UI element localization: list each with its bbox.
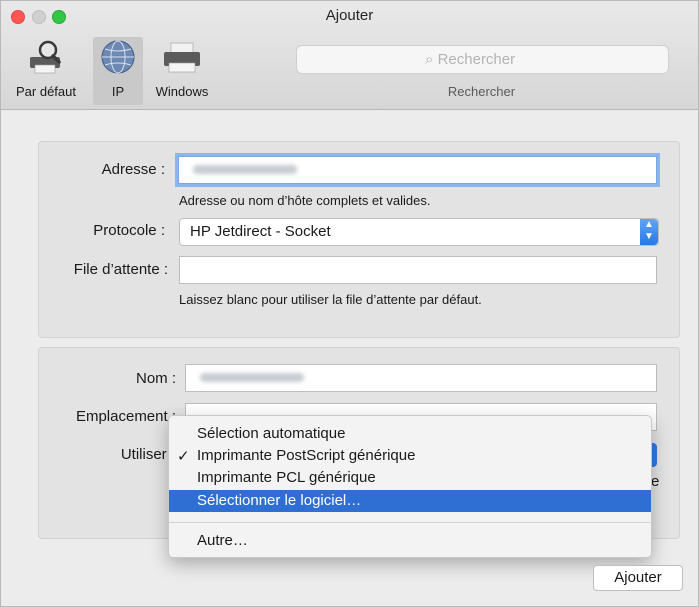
add-printer-window: Ajouter Par défaut IP Windows ⌕ Recherch… bbox=[0, 0, 699, 607]
window-title: Ajouter bbox=[325, 7, 374, 24]
use-select-edge-text: e bbox=[651, 473, 660, 490]
menu-item-pcl[interactable]: Imprimante PCL générique bbox=[169, 467, 651, 489]
address-hint: Adresse ou nom d’hôte complets et valide… bbox=[179, 193, 431, 208]
location-label: Emplacement : bbox=[75, 408, 176, 425]
use-label: Utiliser : bbox=[120, 446, 175, 463]
toolbar-item-ip[interactable]: IP bbox=[93, 37, 143, 105]
checkmark-icon: ✓ bbox=[177, 448, 190, 465]
menu-item-other[interactable]: Autre… bbox=[169, 530, 651, 552]
search-field[interactable]: ⌕ Rechercher bbox=[296, 45, 669, 74]
menu-item-auto[interactable]: Sélection automatique bbox=[169, 423, 651, 445]
toolbar-label-windows: Windows bbox=[155, 84, 209, 99]
search-placeholder: ⌕ Rechercher bbox=[425, 51, 516, 68]
chevron-up-down-icon: ▲ ▼ bbox=[640, 219, 658, 245]
title-bar: Ajouter Par défaut IP Windows ⌕ Recherch… bbox=[1, 1, 698, 110]
toolbar-item-windows[interactable]: Windows bbox=[149, 37, 215, 105]
address-value-redacted bbox=[193, 165, 297, 174]
toolbar-label-default: Par défaut bbox=[16, 84, 76, 99]
menu-separator bbox=[169, 522, 651, 523]
queue-label: File d’attente : bbox=[73, 261, 168, 278]
protocol-label: Protocole : bbox=[93, 222, 165, 239]
default-printer-magnifier-icon bbox=[30, 40, 61, 74]
toolbar-label-ip: IP bbox=[111, 84, 125, 99]
menu-item-select-software[interactable]: Sélectionner le logiciel… bbox=[169, 490, 651, 512]
search-icon: ⌕ bbox=[425, 51, 434, 68]
address-field[interactable] bbox=[178, 156, 657, 184]
driver-popup-menu: Sélection automatique ✓ Imprimante PostS… bbox=[168, 415, 652, 558]
protocol-value: HP Jetdirect - Socket bbox=[190, 223, 331, 240]
address-label: Adresse : bbox=[101, 161, 165, 178]
add-button[interactable]: Ajouter bbox=[593, 565, 683, 591]
menu-item-postscript[interactable]: ✓ Imprimante PostScript générique bbox=[169, 445, 651, 467]
toolbar-item-default[interactable]: Par défaut bbox=[3, 37, 89, 105]
protocol-select[interactable]: HP Jetdirect - Socket ▲ ▼ bbox=[179, 218, 659, 246]
windows-printer-icon bbox=[164, 42, 200, 73]
queue-field[interactable] bbox=[179, 256, 657, 284]
search-label: Rechercher bbox=[447, 84, 516, 99]
name-value-redacted bbox=[200, 373, 304, 382]
name-label: Nom : bbox=[135, 370, 176, 387]
queue-hint: Laissez blanc pour utiliser la file d’at… bbox=[179, 292, 482, 307]
globe-icon bbox=[101, 40, 135, 74]
name-field[interactable] bbox=[185, 364, 657, 392]
